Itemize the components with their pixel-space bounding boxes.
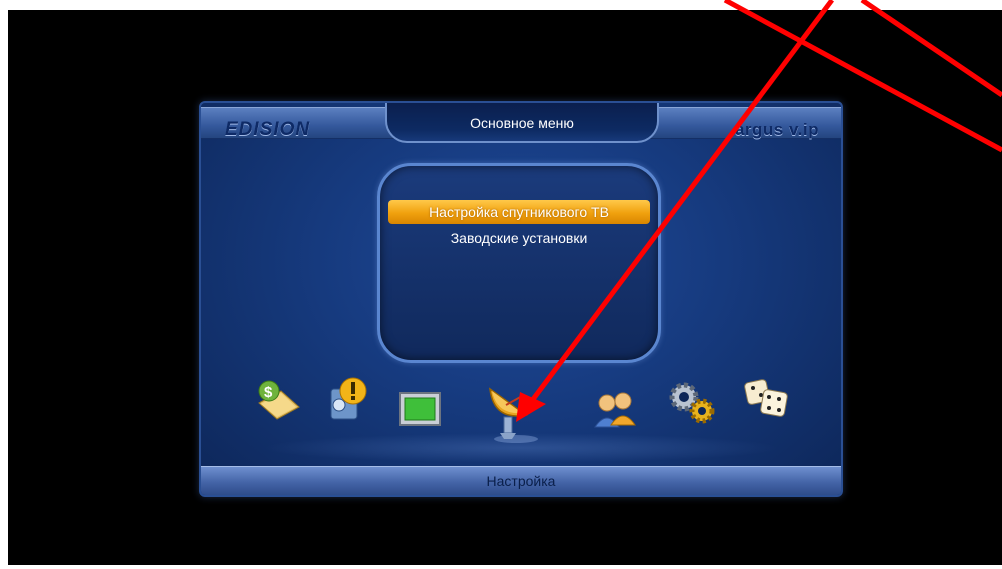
media-warning-icon[interactable]: [327, 375, 373, 425]
users-icon[interactable]: [593, 389, 637, 429]
argus-vip-logo: argus v.ip: [734, 120, 819, 139]
submenu-item-satellite-setup[interactable]: Настройка спутникового ТВ: [388, 200, 650, 224]
satellite-dish-icon[interactable]: [484, 375, 548, 445]
money-card-icon[interactable]: $: [251, 377, 301, 421]
tv-screen-icon[interactable]: [398, 391, 442, 427]
submenu-item-factory-settings[interactable]: Заводские установки: [388, 226, 650, 250]
tv-screen: EDISION argus v.ip Основное меню Настрой…: [8, 10, 1002, 565]
page-title: Основное меню: [470, 115, 574, 131]
edision-logo: EDISION: [225, 119, 311, 140]
footer-bar: Настройка: [201, 466, 841, 495]
footer-section-label: Настройка: [486, 473, 556, 489]
main-menu-window: EDISION argus v.ip Основное меню Настрой…: [199, 101, 843, 497]
dice-icon[interactable]: [742, 375, 790, 419]
submenu-panel: Настройка спутникового ТВ Заводские уста…: [377, 163, 661, 363]
header-title-tab: Основное меню: [385, 103, 659, 143]
gears-icon[interactable]: [666, 379, 718, 425]
svg-text:$: $: [264, 384, 273, 401]
